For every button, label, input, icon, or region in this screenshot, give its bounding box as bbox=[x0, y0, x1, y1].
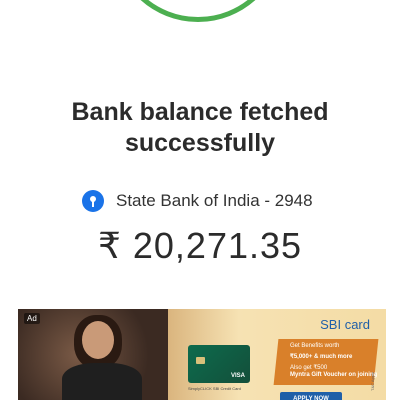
sbi-logo-icon bbox=[82, 190, 104, 212]
card-network-label: VISA bbox=[230, 373, 245, 379]
sbi-card-ad-banner[interactable]: Ad VISA SimplyCLICK SBI Credit Card SBI … bbox=[18, 309, 386, 400]
bank-account-row: State Bank of India - 2948 bbox=[82, 189, 313, 213]
offer-line-3: Also get ₹500 bbox=[290, 365, 328, 371]
balance-amount: ₹ 20,271.35 bbox=[97, 225, 303, 266]
offer-line-4: Myntra Gift Voucher on joining bbox=[290, 372, 378, 378]
offer-line-1: Get Benefits worth bbox=[290, 343, 340, 349]
success-check-circle bbox=[112, 0, 284, 22]
bank-account-label: State Bank of India - 2948 bbox=[116, 191, 313, 210]
card-caption: SimplyCLICK SBI Credit Card bbox=[188, 386, 241, 391]
ad-model-photo bbox=[18, 309, 168, 400]
credit-card-image: VISA bbox=[188, 345, 250, 383]
offer-line-2: ₹5,000+ & much more bbox=[290, 354, 353, 360]
ad-badge: Ad bbox=[24, 313, 40, 324]
apply-now-button[interactable]: APPLY NOW bbox=[280, 392, 342, 400]
headline-line-2: successfully bbox=[124, 129, 276, 157]
brand-prefix: SBI bbox=[320, 317, 342, 332]
sbi-card-logo: SBI card bbox=[320, 317, 370, 332]
tnc-label: T&C Apply bbox=[370, 372, 376, 391]
headline-line-1: Bank balance fetched bbox=[71, 98, 329, 126]
brand-suffix: card bbox=[344, 317, 370, 332]
success-headline: Bank balance fetched successfully bbox=[0, 97, 400, 159]
card-chip-icon bbox=[196, 357, 205, 364]
